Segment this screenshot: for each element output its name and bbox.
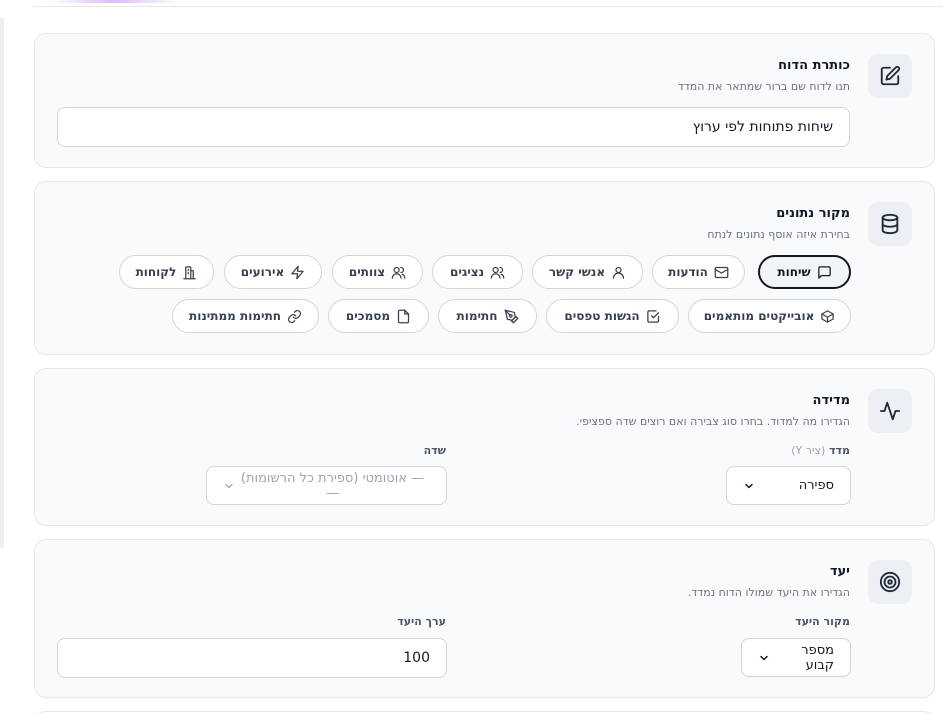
- left-scroll-rail: [0, 18, 4, 548]
- chip-label: אירועים: [240, 265, 285, 279]
- link-icon: [288, 309, 302, 323]
- field-label: שדה: [423, 444, 446, 457]
- header-divider: [33, 6, 943, 7]
- target-card: יעד הגדירו את היעד שמולו הדוח נמדד. מקור…: [34, 539, 935, 698]
- chip-label: נציגים: [449, 265, 485, 279]
- field-select[interactable]: — אוטומטי (ספירת כל הרשומות) —: [206, 466, 447, 505]
- top-accent: [50, 0, 180, 3]
- building-icon: [183, 265, 197, 279]
- report-title-card: כותרת הדוח תנו לדוח שם ברור שמתאר את המד…: [34, 33, 935, 168]
- source-chip-custom-objects[interactable]: אובייקטים מותאמים: [688, 299, 851, 333]
- source-chip-teams[interactable]: צוותים: [332, 255, 423, 289]
- source-chip-customers[interactable]: לקוחות: [119, 255, 214, 289]
- section-title: מקור נתונים: [776, 206, 850, 221]
- edit-icon: [868, 54, 912, 98]
- metric-label: מדד (ציר Y): [791, 444, 850, 457]
- target-source-select[interactable]: מספר קבוע: [741, 638, 851, 677]
- metric-select[interactable]: ספירה: [726, 466, 851, 505]
- section-subtitle: תנו לדוח שם ברור שמתאר את המדד: [677, 80, 850, 93]
- metric-select-value: ספירה: [798, 478, 834, 493]
- chip-label: שיחות: [777, 265, 811, 279]
- metric-hint: (ציר Y): [791, 444, 826, 457]
- chip-label: חתימות ממתינות: [189, 309, 282, 323]
- source-chip-documents[interactable]: מסמכים: [328, 299, 429, 333]
- source-chip-conversations[interactable]: שיחות: [758, 255, 851, 289]
- target-source-label: מקור היעד: [795, 615, 850, 628]
- source-chip-messages[interactable]: הודעות: [652, 255, 745, 289]
- pen-tool-icon: [504, 309, 518, 323]
- chip-label: לקוחות: [135, 265, 177, 279]
- chevron-down-icon: [225, 483, 233, 488]
- source-chip-contacts[interactable]: אנשי קשר: [532, 255, 643, 289]
- section-subtitle: הגדירו מה למדוד. בחרו סוג צבירה ואם רוצי…: [576, 415, 850, 428]
- section-title: מדידה: [812, 393, 850, 408]
- message-square-icon: [817, 265, 831, 279]
- target-icon: [868, 560, 912, 604]
- database-icon: [868, 202, 912, 246]
- box-icon: [821, 309, 835, 323]
- source-chip-form-submissions[interactable]: הגשות טפסים: [546, 299, 679, 333]
- metric-label-text: מדד: [829, 444, 850, 457]
- section-title: יעד: [829, 564, 850, 579]
- source-chip-agents[interactable]: נציגים: [432, 255, 523, 289]
- chevron-down-icon: [760, 655, 768, 660]
- data-source-card: מקור נתונים בחירת איזה אוסף נתונים לנתח …: [34, 181, 935, 355]
- user-icon: [612, 266, 625, 279]
- section-subtitle: הגדירו את היעד שמולו הדוח נמדד.: [687, 586, 850, 599]
- field-select-value: — אוטומטי (ספירת כל הרשומות) —: [240, 470, 425, 501]
- activity-icon: [868, 389, 912, 433]
- chip-label: צוותים: [348, 265, 386, 279]
- section-subtitle: בחירת איזה אוסף נתונים לנתח: [707, 228, 850, 241]
- chip-label: הגשות טפסים: [564, 309, 640, 323]
- chip-label: חתימות: [456, 309, 498, 323]
- file-icon: [397, 309, 410, 323]
- measure-card: מדידה הגדירו מה למדוד. בחרו סוג צבירה וא…: [34, 368, 935, 526]
- mail-icon: [714, 266, 729, 278]
- source-chip-signatures[interactable]: חתימות: [438, 299, 537, 333]
- chip-label: אובייקטים מותאמים: [703, 309, 815, 323]
- chip-label: אנשי קשר: [548, 265, 606, 279]
- chip-label: הודעות: [668, 265, 708, 279]
- check-square-icon: [646, 309, 659, 323]
- users-icon: [391, 266, 406, 279]
- report-title-input[interactable]: שיחות פתוחות לפי ערוץ: [57, 107, 850, 147]
- zap-icon: [291, 265, 304, 279]
- target-source-value: מספר קבוע: [801, 642, 834, 673]
- source-chip-pending-signatures[interactable]: חתימות ממתינות: [172, 299, 319, 333]
- target-value-input[interactable]: 100: [57, 638, 447, 678]
- users-icon: [490, 266, 505, 279]
- chevron-down-icon: [745, 483, 753, 488]
- chip-label: מסמכים: [345, 309, 391, 323]
- target-value-label: ערך היעד: [397, 615, 446, 628]
- section-title: כותרת הדוח: [778, 58, 850, 73]
- source-chip-events[interactable]: אירועים: [224, 255, 322, 289]
